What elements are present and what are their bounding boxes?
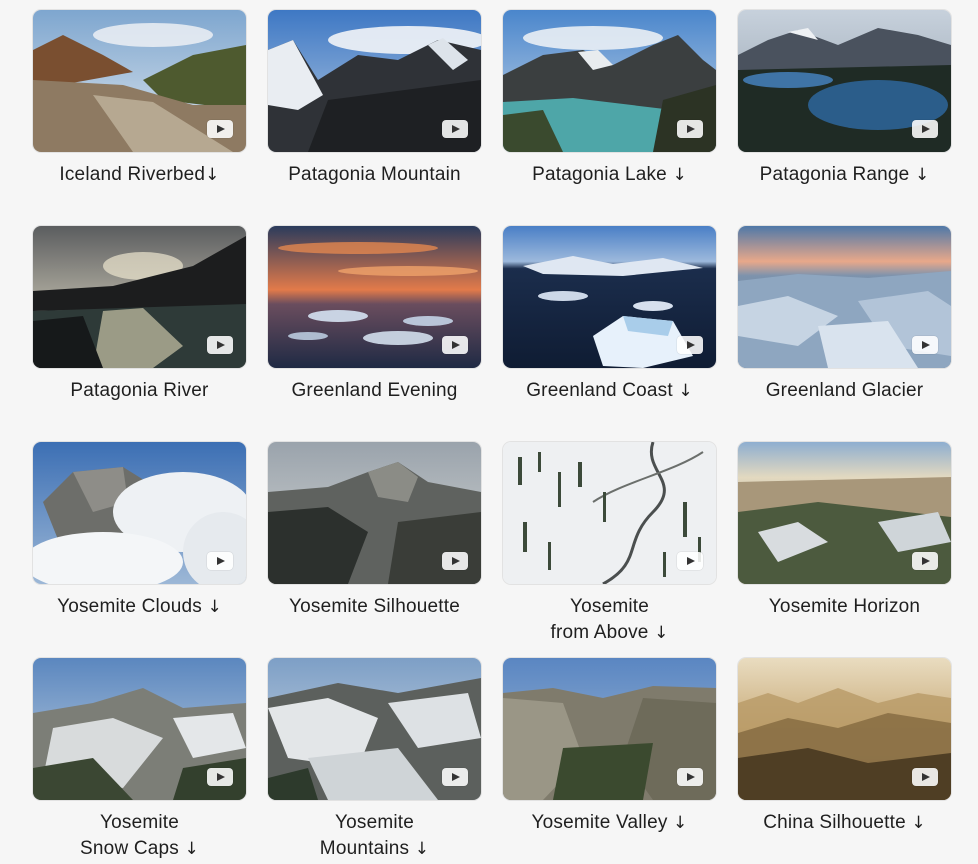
tile-patagonia-lake[interactable]: Patagonia Lake ↓ xyxy=(492,10,727,188)
thumbnail[interactable] xyxy=(738,658,951,800)
download-icon[interactable]: ↓ xyxy=(678,381,692,401)
thumbnail[interactable] xyxy=(33,442,246,584)
play-icon[interactable] xyxy=(677,120,703,138)
play-icon[interactable] xyxy=(912,336,938,354)
tile-label: Yosemite Valley ↓ xyxy=(531,812,688,833)
tile-yosemite-mountains[interactable]: Yosemite Mountains ↓ xyxy=(257,658,492,862)
tile-label: Patagonia Lake ↓ xyxy=(532,164,687,185)
tile-label: Iceland Riverbed↓ xyxy=(59,164,220,185)
play-icon[interactable] xyxy=(207,120,233,138)
tile-patagonia-range[interactable]: Patagonia Range ↓ xyxy=(727,10,962,188)
tile-yosemite-horizon[interactable]: Yosemite Horizon xyxy=(727,442,962,620)
thumbnail[interactable] xyxy=(503,226,716,368)
tile-label: Patagonia Mountain xyxy=(288,164,461,185)
download-icon[interactable]: ↓ xyxy=(911,813,925,833)
tile-label: Yosemite Silhouette xyxy=(288,596,461,617)
tile-patagonia-mountain[interactable]: Patagonia Mountain xyxy=(257,10,492,188)
thumbnail[interactable] xyxy=(738,10,951,152)
play-icon[interactable] xyxy=(442,336,468,354)
tile-yosemite-silhouette[interactable]: Yosemite Silhouette xyxy=(257,442,492,620)
play-icon[interactable] xyxy=(442,552,468,570)
tile-yosemite-from-above[interactable]: Yosemite from Above ↓ xyxy=(492,442,727,646)
tile-iceland-riverbed[interactable]: Iceland Riverbed↓ xyxy=(22,10,257,188)
play-icon[interactable] xyxy=(442,768,468,786)
play-icon[interactable] xyxy=(677,336,703,354)
thumbnail[interactable] xyxy=(503,442,716,584)
tile-yosemite-snow-caps[interactable]: Yosemite Snow Caps ↓ xyxy=(22,658,257,862)
download-icon[interactable]: ↓ xyxy=(185,839,199,859)
thumbnail[interactable] xyxy=(503,10,716,152)
thumbnail[interactable] xyxy=(268,658,481,800)
download-icon[interactable]: ↓ xyxy=(415,839,429,859)
play-icon[interactable] xyxy=(207,336,233,354)
thumbnail[interactable] xyxy=(33,658,246,800)
thumbnail[interactable] xyxy=(503,658,716,800)
thumbnail[interactable] xyxy=(738,226,951,368)
thumbnail[interactable] xyxy=(738,442,951,584)
download-icon[interactable]: ↓ xyxy=(207,597,221,617)
download-icon[interactable]: ↓ xyxy=(205,165,219,185)
play-icon[interactable] xyxy=(912,552,938,570)
tile-label: Patagonia River xyxy=(70,380,209,401)
tile-label: Yosemite Clouds ↓ xyxy=(57,596,222,617)
play-icon[interactable] xyxy=(442,120,468,138)
download-icon[interactable]: ↓ xyxy=(672,165,686,185)
play-icon[interactable] xyxy=(912,120,938,138)
tile-label: Yosemite Snow Caps ↓ xyxy=(80,812,199,859)
play-icon[interactable] xyxy=(207,768,233,786)
thumbnail[interactable] xyxy=(268,226,481,368)
play-icon[interactable] xyxy=(207,552,233,570)
tile-greenland-coast[interactable]: Greenland Coast ↓ xyxy=(492,226,727,404)
tile-yosemite-valley[interactable]: Yosemite Valley ↓ xyxy=(492,658,727,836)
tile-greenland-glacier[interactable]: Greenland Glacier xyxy=(727,226,962,404)
download-icon[interactable]: ↓ xyxy=(673,813,687,833)
tile-label: Yosemite Horizon xyxy=(768,596,921,617)
thumbnail[interactable] xyxy=(33,226,246,368)
tile-label: Yosemite Mountains ↓ xyxy=(319,812,430,859)
screensaver-grid: Iceland Riverbed↓ Patagonia Mountain Pat… xyxy=(0,0,978,864)
tile-label: Patagonia Range ↓ xyxy=(759,164,930,185)
tile-yosemite-clouds[interactable]: Yosemite Clouds ↓ xyxy=(22,442,257,620)
tile-label: Greenland Coast ↓ xyxy=(526,380,693,401)
tile-greenland-evening[interactable]: Greenland Evening xyxy=(257,226,492,404)
tile-label: China Silhouette ↓ xyxy=(763,812,926,833)
download-icon[interactable]: ↓ xyxy=(915,165,929,185)
play-icon[interactable] xyxy=(677,552,703,570)
play-icon[interactable] xyxy=(912,768,938,786)
play-icon[interactable] xyxy=(677,768,703,786)
tile-label: Greenland Glacier xyxy=(765,380,924,401)
thumbnail[interactable] xyxy=(268,442,481,584)
download-icon[interactable]: ↓ xyxy=(654,623,668,643)
thumbnail[interactable] xyxy=(33,10,246,152)
tile-label: Greenland Evening xyxy=(291,380,458,401)
tile-china-silhouette[interactable]: China Silhouette ↓ xyxy=(727,658,962,836)
tile-label: Yosemite from Above ↓ xyxy=(550,596,669,643)
tile-patagonia-river[interactable]: Patagonia River xyxy=(22,226,257,404)
thumbnail[interactable] xyxy=(268,10,481,152)
